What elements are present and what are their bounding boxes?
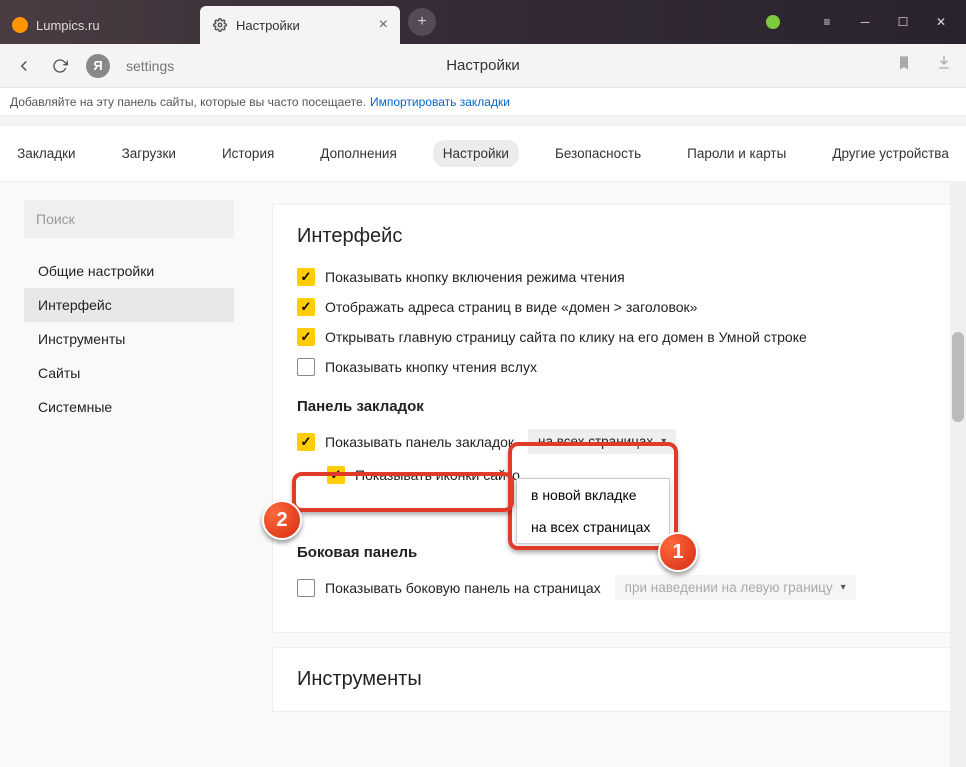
- checkbox-icon[interactable]: [297, 328, 315, 346]
- nav-settings[interactable]: Настройки: [433, 140, 519, 167]
- dropdown-side-panel-mode: при наведении на левую границу ▾: [615, 575, 856, 600]
- site-icon[interactable]: Я: [86, 54, 110, 78]
- close-icon[interactable]: ×: [379, 16, 388, 34]
- sidebar-item-general[interactable]: Общие настройки: [24, 254, 234, 288]
- address-text[interactable]: settings: [126, 58, 174, 74]
- sidebar-item-system[interactable]: Системные: [24, 390, 234, 424]
- checkbox-icon[interactable]: [327, 466, 345, 484]
- new-tab-button[interactable]: +: [408, 8, 436, 36]
- subsection-side-panel: Боковая панель: [297, 544, 931, 561]
- sidebar-item-tools[interactable]: Инструменты: [24, 322, 234, 356]
- status-icon[interactable]: [766, 15, 780, 29]
- check-label: Показывать кнопку чтения вслух: [325, 359, 537, 375]
- sidebar-item-interface[interactable]: Интерфейс: [24, 288, 234, 322]
- check-address-format[interactable]: Отображать адреса страниц в виде «домен …: [297, 298, 931, 316]
- nav-history[interactable]: История: [212, 140, 284, 167]
- check-open-main[interactable]: Открывать главную страницу сайта по клик…: [297, 328, 931, 346]
- reload-button[interactable]: [50, 56, 70, 76]
- check-label: Отображать адреса страниц в виде «домен …: [325, 299, 697, 315]
- tools-card: Инструменты: [272, 647, 956, 712]
- checkbox-icon[interactable]: [297, 298, 315, 316]
- download-icon[interactable]: [936, 54, 952, 77]
- check-label: Показывать иконки сайто: [355, 467, 520, 483]
- check-label: Открывать главную страницу сайта по клик…: [325, 329, 807, 345]
- favicon-icon: [12, 17, 28, 33]
- nav-downloads[interactable]: Загрузки: [112, 140, 186, 167]
- minimize-icon[interactable]: ─: [858, 15, 872, 29]
- nav-bookmarks[interactable]: Закладки: [7, 140, 85, 167]
- back-button[interactable]: [14, 56, 34, 76]
- checkbox-icon[interactable]: [297, 579, 315, 597]
- sidebar: Поиск Общие настройки Интерфейс Инструме…: [0, 182, 250, 767]
- nav-security[interactable]: Безопасность: [545, 140, 651, 167]
- scrollbar[interactable]: [950, 182, 966, 767]
- content-area: Интерфейс Показывать кнопку включения ре…: [250, 182, 966, 767]
- tab-label: Lumpics.ru: [36, 18, 100, 33]
- search-input[interactable]: Поиск: [24, 200, 234, 238]
- dropdown-option-allpages[interactable]: на всех страницах: [517, 511, 669, 543]
- sidebar-item-sites[interactable]: Сайты: [24, 356, 234, 390]
- nav-addons[interactable]: Дополнения: [310, 140, 406, 167]
- check-side-panel[interactable]: Показывать боковую панель на страницах п…: [297, 575, 931, 600]
- divider: [0, 116, 966, 126]
- subsection-bookmarks-panel: Панель закладок: [297, 398, 931, 415]
- bookmark-hint: Добавляйте на эту панель сайты, которые …: [10, 95, 366, 109]
- dropdown-option-newtab[interactable]: в новой вкладке: [517, 479, 669, 511]
- interface-card: Интерфейс Показывать кнопку включения ре…: [272, 204, 956, 633]
- page-title: Настройки: [446, 57, 520, 74]
- section-title-interface: Интерфейс: [297, 225, 931, 248]
- dropdown-show-panel[interactable]: на всех страницах ▾: [528, 429, 676, 454]
- scrollbar-thumb[interactable]: [952, 332, 964, 422]
- chevron-down-icon: ▾: [841, 582, 846, 593]
- dropdown-value: на всех страницах: [538, 434, 653, 449]
- window-controls: ≡ ─ ☐ ✕: [766, 15, 966, 29]
- check-label: Показывать кнопку включения режима чтени…: [325, 269, 625, 285]
- bookmark-bar: Добавляйте на эту панель сайты, которые …: [0, 88, 966, 116]
- title-bar: Lumpics.ru Настройки × + ≡ ─ ☐ ✕: [0, 0, 966, 44]
- tab-label: Настройки: [236, 18, 300, 33]
- nav-devices[interactable]: Другие устройства: [822, 140, 959, 167]
- check-read-aloud[interactable]: Показывать кнопку чтения вслух: [297, 358, 931, 376]
- check-label: Показывать панель закладок: [325, 434, 514, 450]
- tab-settings[interactable]: Настройки ×: [200, 6, 400, 44]
- chevron-down-icon: ▾: [661, 436, 666, 447]
- check-show-bookmarks-panel[interactable]: Показывать панель закладок на всех стран…: [297, 429, 931, 454]
- check-label: Показывать боковую панель на страницах: [325, 580, 601, 596]
- annotation-badge-1: 1: [658, 532, 698, 572]
- annotation-badge-2: 2: [262, 500, 302, 540]
- maximize-icon[interactable]: ☐: [896, 15, 910, 29]
- main-area: Поиск Общие настройки Интерфейс Инструме…: [0, 182, 966, 767]
- gear-icon: [212, 17, 228, 33]
- nav-passwords[interactable]: Пароли и карты: [677, 140, 796, 167]
- check-reading-mode[interactable]: Показывать кнопку включения режима чтени…: [297, 268, 931, 286]
- checkbox-icon[interactable]: [297, 268, 315, 286]
- menu-icon[interactable]: ≡: [820, 15, 834, 29]
- section-title-tools: Инструменты: [297, 668, 931, 691]
- address-bar: Я settings Настройки: [0, 44, 966, 88]
- checkbox-icon[interactable]: [297, 358, 315, 376]
- import-bookmarks-link[interactable]: Импортировать закладки: [370, 95, 510, 109]
- dropdown-value: при наведении на левую границу: [625, 580, 833, 595]
- close-window-icon[interactable]: ✕: [934, 15, 948, 29]
- tab-lumpics[interactable]: Lumpics.ru: [0, 6, 200, 44]
- dropdown-menu: в новой вкладке на всех страницах: [516, 478, 670, 544]
- bookmark-icon[interactable]: [896, 54, 912, 77]
- checkbox-icon[interactable]: [297, 433, 315, 451]
- top-nav: Закладки Загрузки История Дополнения Нас…: [0, 126, 966, 182]
